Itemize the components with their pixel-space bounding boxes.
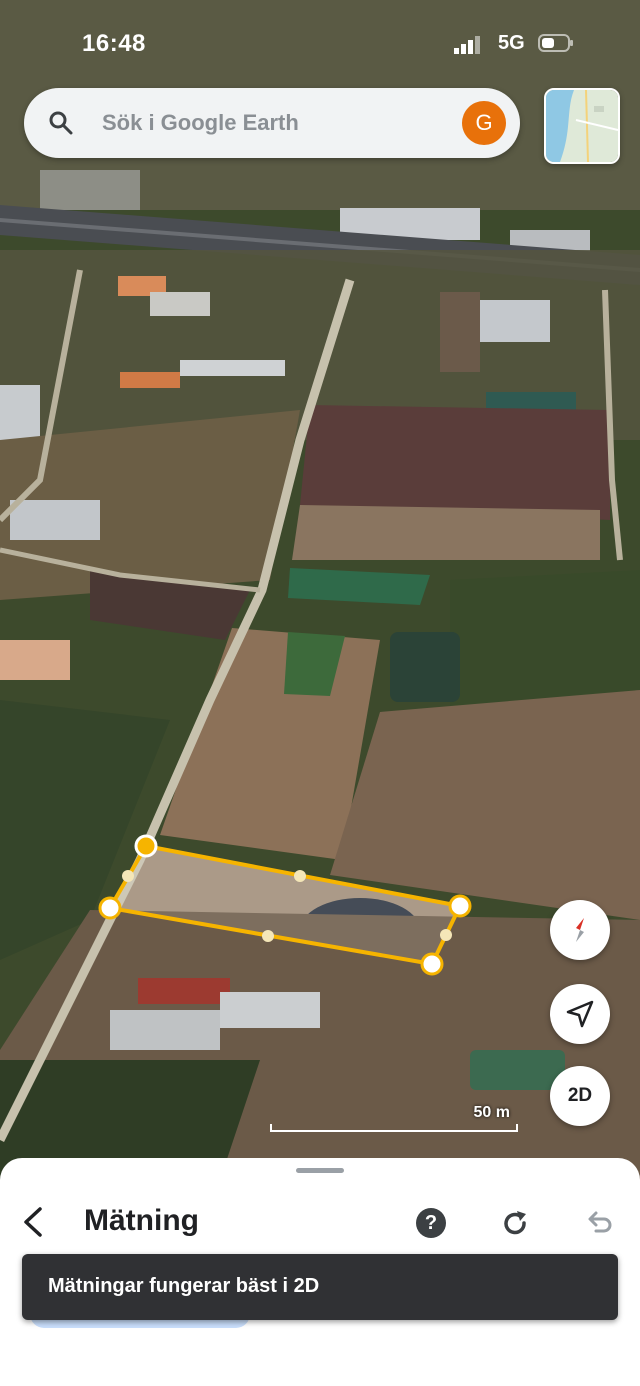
snackbar: Mätningar fungerar bäst i 2D xyxy=(22,1254,618,1320)
cellular-signal-icon xyxy=(454,36,480,54)
measurement-vertex xyxy=(420,952,444,976)
satellite-imagery xyxy=(0,0,640,1180)
undo-icon[interactable] xyxy=(584,1208,614,1238)
drag-handle[interactable] xyxy=(296,1168,344,1173)
satellite-map[interactable] xyxy=(0,0,640,1180)
redo-icon[interactable] xyxy=(500,1208,530,1238)
battery-icon xyxy=(538,34,573,52)
search-icon xyxy=(49,111,73,135)
chevron-left-icon[interactable] xyxy=(20,1206,48,1238)
search-input[interactable]: Sök i Google Earth xyxy=(102,110,299,136)
map-scale: 50 m xyxy=(270,1104,520,1132)
minimap-icon xyxy=(546,90,618,162)
compass-icon xyxy=(576,918,584,942)
network-type: 5G xyxy=(498,32,525,54)
snackbar-text: Mätningar fungerar bäst i 2D xyxy=(48,1275,320,1297)
status-bar: 16:48 5G xyxy=(0,28,640,60)
measurement-midpoint xyxy=(122,870,134,882)
view-mode-2d-button[interactable]: 2D xyxy=(550,1066,610,1126)
scale-label: 50 m xyxy=(473,1104,510,1121)
search-bar[interactable]: Sök i Google Earth G xyxy=(24,88,520,158)
compass-button[interactable] xyxy=(550,900,610,960)
my-location-button[interactable] xyxy=(550,984,610,1044)
measurement-vertex xyxy=(134,834,158,858)
avatar[interactable]: G xyxy=(462,101,506,145)
measurement-midpoint xyxy=(294,870,306,882)
map-style-thumbnail[interactable] xyxy=(544,88,620,164)
measurement-midpoint xyxy=(262,930,274,942)
panel-title: Mätning xyxy=(84,1204,199,1237)
measurement-vertex xyxy=(98,896,122,920)
scale-bar xyxy=(270,1124,518,1132)
measurement-midpoint xyxy=(440,929,452,941)
measurement-vertex xyxy=(448,894,472,918)
navigation-arrow-icon xyxy=(566,1000,594,1028)
help-icon[interactable]: ? xyxy=(416,1208,446,1238)
status-time: 16:48 xyxy=(82,30,146,57)
